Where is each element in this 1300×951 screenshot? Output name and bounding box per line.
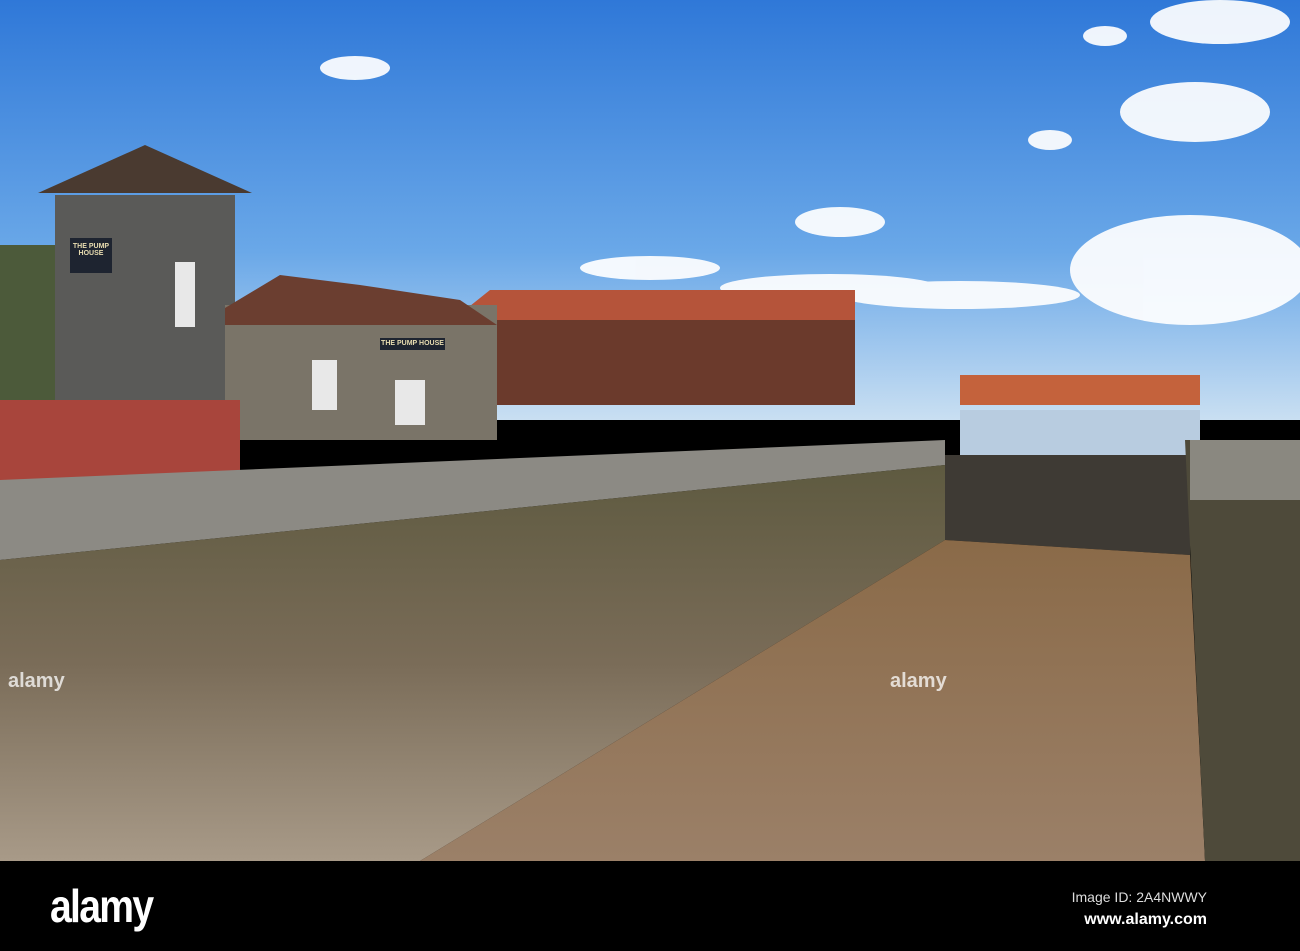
footer-bar: alamy Image ID: 2A4NWWY www.alamy.com [0, 861, 1300, 951]
right-wall [1185, 440, 1300, 861]
watermark: alamy [890, 670, 947, 692]
tower-sign: THE PUMP HOUSE [72, 243, 110, 257]
trees-left [0, 245, 55, 400]
building-sign: THE PUMP HOUSE [381, 340, 444, 347]
alamy-logo: alamy [50, 880, 154, 932]
image-id: Image ID: 2A4NWWY [1071, 889, 1207, 905]
brick-wall [0, 400, 240, 480]
lock-gate [945, 455, 1190, 555]
lock-photo [0, 0, 1300, 861]
river [960, 410, 1200, 455]
pump-house-tower [38, 145, 252, 410]
site-url: www.alamy.com [1084, 911, 1207, 928]
watermark: alamy [8, 670, 65, 692]
pump-house-building [225, 275, 497, 440]
